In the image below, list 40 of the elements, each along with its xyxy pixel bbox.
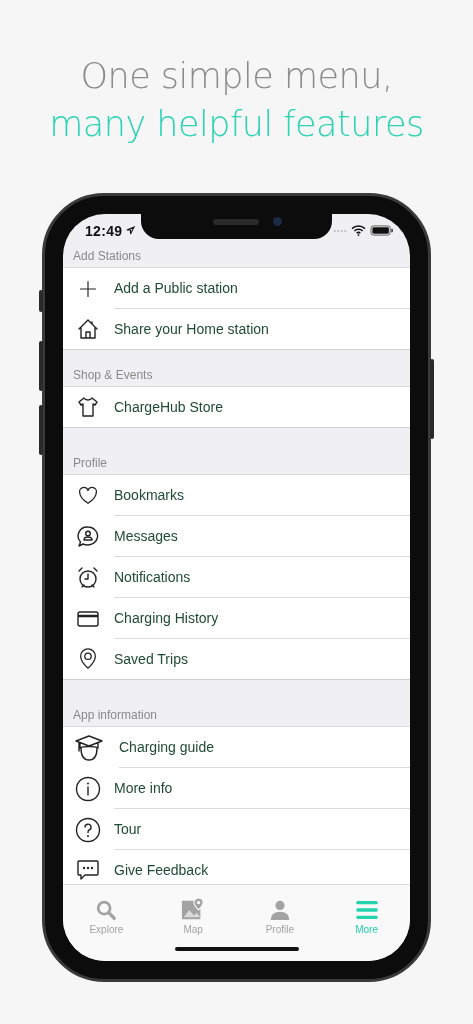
plus-icon bbox=[78, 278, 98, 299]
menu-item[interactable]: Share your Home station bbox=[63, 309, 410, 350]
menu-item[interactable]: ChargeHub Store bbox=[63, 387, 410, 428]
section-header: App information bbox=[73, 708, 158, 722]
menu-item[interactable]: Bookmarks bbox=[63, 475, 410, 516]
menu-item[interactable]: Tour bbox=[63, 809, 410, 850]
feedback-icon bbox=[76, 859, 100, 881]
wifi-icon bbox=[351, 225, 366, 236]
alarm-clock-icon bbox=[76, 565, 100, 590]
map-picture-icon bbox=[181, 897, 206, 921]
menu-icon bbox=[355, 899, 378, 921]
menu-item[interactable]: Saved Trips bbox=[63, 639, 410, 680]
status-time: 12:49 bbox=[85, 222, 123, 239]
heart-icon bbox=[77, 484, 99, 507]
person-icon bbox=[268, 899, 291, 921]
section-header: Add Stations bbox=[73, 249, 142, 263]
menu-item[interactable]: Add a Public station bbox=[63, 268, 410, 309]
location-pin-icon bbox=[77, 648, 99, 670]
house-icon bbox=[76, 317, 100, 341]
headline: many helpful features bbox=[49, 103, 424, 146]
shirt-icon bbox=[76, 395, 100, 419]
headline: One simple menu, bbox=[80, 55, 393, 98]
menu-item[interactable]: Messages bbox=[63, 516, 410, 557]
location-arrow-icon bbox=[126, 226, 136, 235]
help-icon bbox=[75, 816, 101, 843]
menu-item[interactable]: More info bbox=[63, 768, 410, 809]
menu-item[interactable]: Notifications bbox=[63, 557, 410, 598]
speaker bbox=[213, 219, 259, 225]
info-icon bbox=[75, 775, 101, 802]
graduate-icon bbox=[74, 733, 104, 762]
chat-bubble-icon bbox=[76, 524, 100, 549]
menu-item[interactable]: Give Feedback bbox=[63, 850, 410, 884]
menu-item[interactable]: Charging History bbox=[63, 598, 410, 639]
search-icon bbox=[95, 899, 118, 921]
section-header: Profile bbox=[73, 456, 107, 470]
section-header: Shop & Events bbox=[73, 368, 153, 382]
camera bbox=[273, 217, 282, 226]
signal-icon bbox=[333, 228, 347, 233]
menu-item[interactable]: Charging guide bbox=[63, 727, 410, 768]
battery-icon bbox=[370, 225, 394, 236]
